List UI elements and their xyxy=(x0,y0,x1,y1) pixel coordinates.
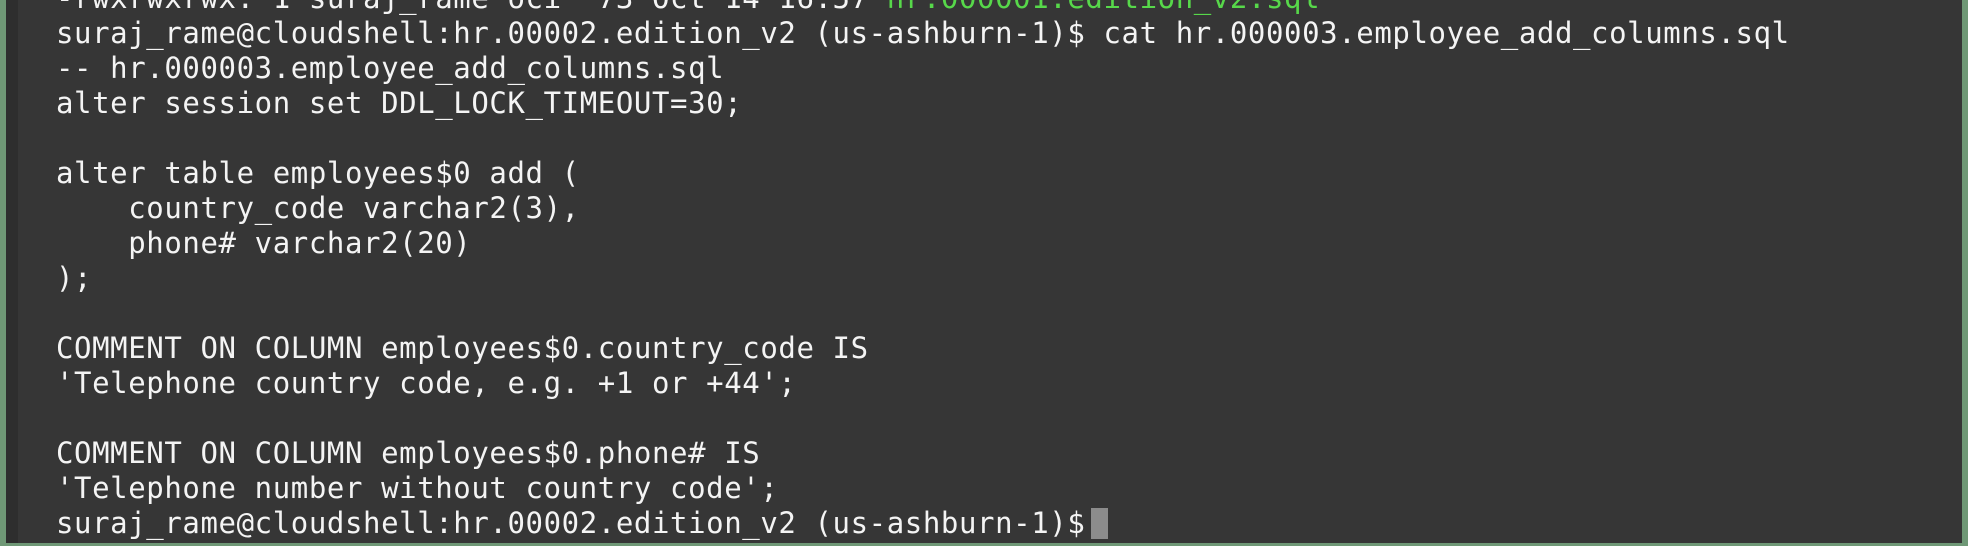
shell-prompt: suraj_rame@cloudshell:hr.00002.edition_v… xyxy=(56,506,1086,540)
terminal-line: alter session set DDL_LOCK_TIMEOUT=30; xyxy=(56,86,743,120)
terminal-line-file-listing: -rwxrwxrwx. 1 suraj_rame oci 73 Oct 14 1… xyxy=(56,0,1790,16)
terminal-window[interactable]: -rwxrwxrwx. 1 suraj_rame oci 73 Oct 14 1… xyxy=(0,0,1968,546)
terminal-line: alter table employees$0 add ( xyxy=(56,156,580,190)
terminal-line: ); xyxy=(56,261,93,295)
terminal-line: country_code varchar2(3), xyxy=(56,191,580,225)
terminal-output[interactable]: -rwxrwxrwx. 1 suraj_rame oci 73 Oct 14 1… xyxy=(56,0,1790,541)
terminal-line: COMMENT ON COLUMN employees$0.phone# IS xyxy=(56,436,761,470)
terminal-line-command: suraj_rame@cloudshell:hr.00002.edition_v… xyxy=(56,16,1790,51)
file-listing-name: hr.000001.edition_v2.sql xyxy=(887,0,1320,15)
terminal-line: 'Telephone country code, e.g. +1 or +44'… xyxy=(56,366,797,400)
file-listing-details: -rwxrwxrwx. 1 suraj_rame oci 73 Oct 14 1… xyxy=(56,0,887,15)
terminal-line: COMMENT ON COLUMN employees$0.country_co… xyxy=(56,331,869,365)
shell-prompt: suraj_rame@cloudshell:hr.00002.edition_v… xyxy=(56,16,1086,50)
terminal-cursor[interactable] xyxy=(1091,508,1109,539)
terminal-line: phone# varchar2(20) xyxy=(56,226,472,260)
terminal-line-prompt[interactable]: suraj_rame@cloudshell:hr.00002.edition_v… xyxy=(56,506,1790,541)
terminal-line: -- hr.000003.employee_add_columns.sql xyxy=(56,51,725,85)
terminal-line: 'Telephone number without country code'; xyxy=(56,471,779,505)
shell-command: cat hr.000003.employee_add_columns.sql xyxy=(1103,16,1790,50)
